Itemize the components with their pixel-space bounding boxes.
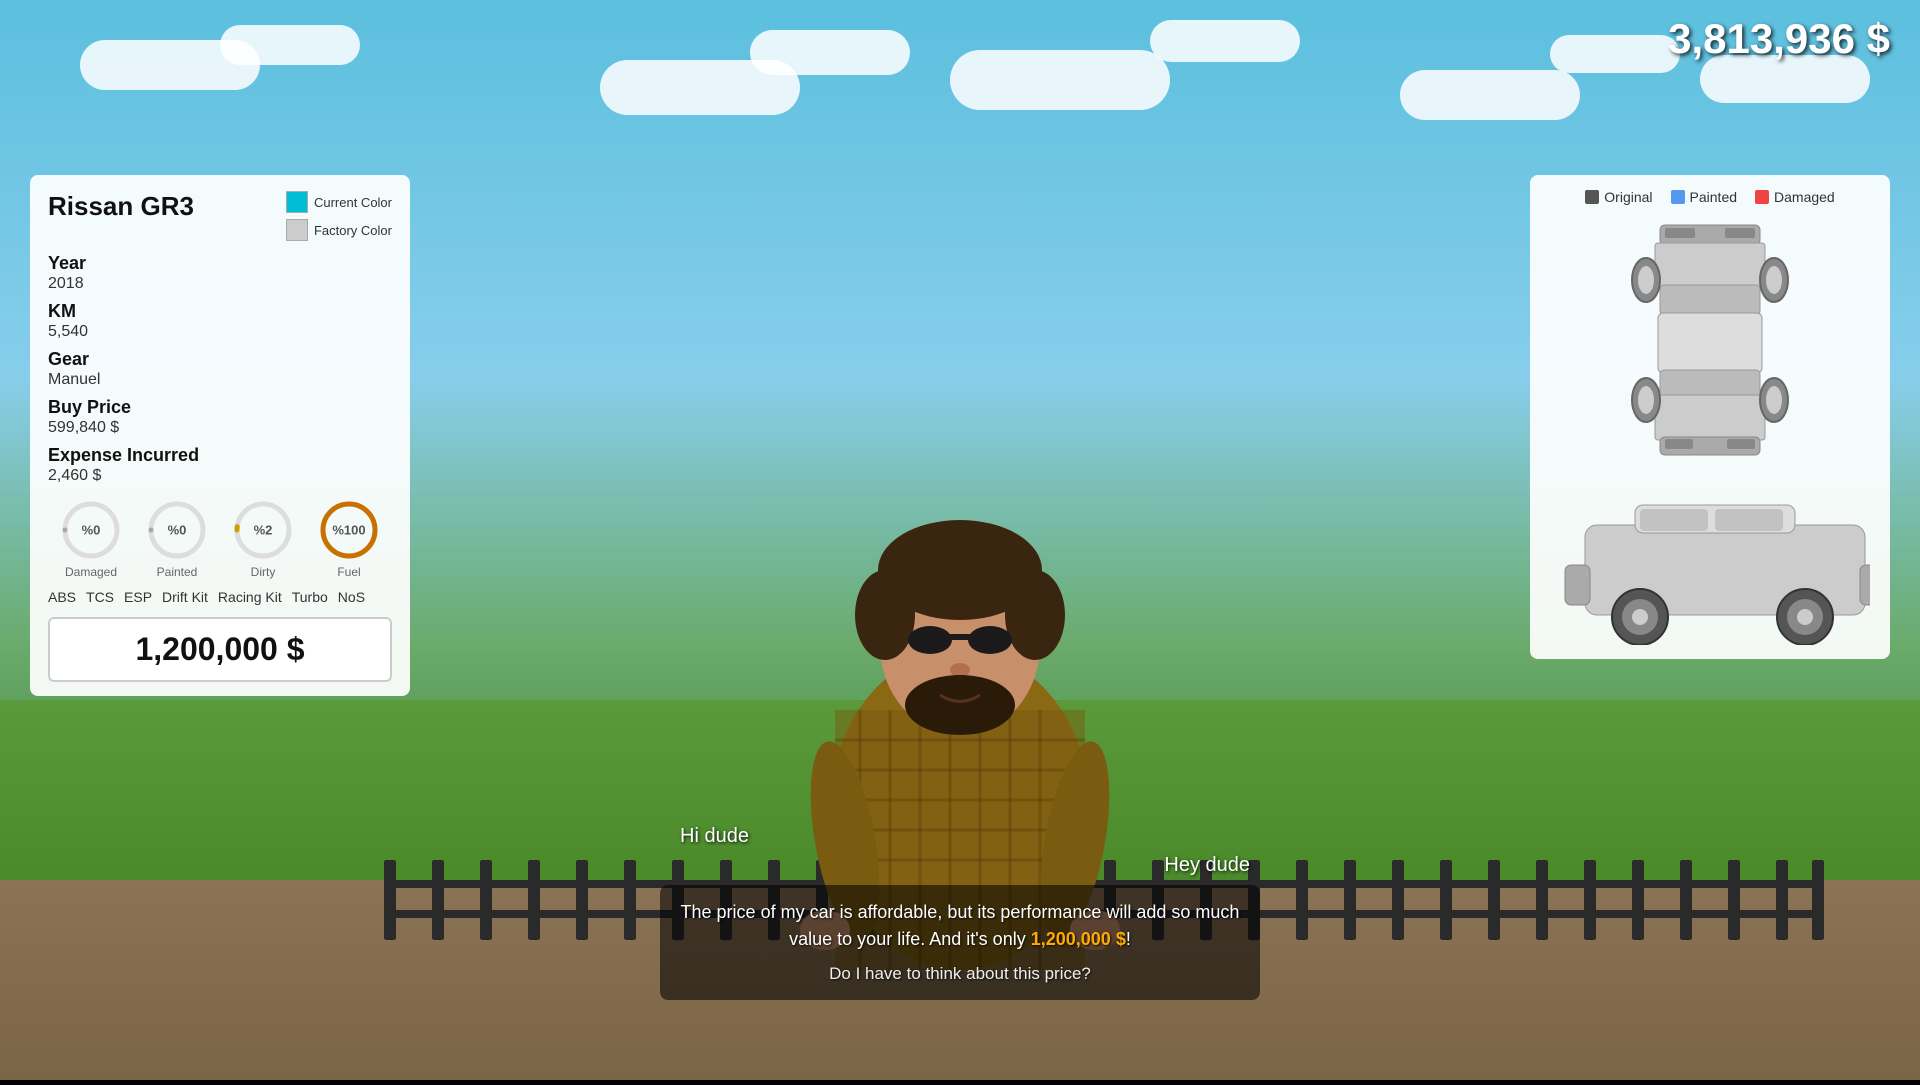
gauge-circle-dirty: %2 bbox=[232, 499, 294, 561]
gauge-damaged: %0 Damaged bbox=[60, 499, 122, 579]
year-value: 2018 bbox=[48, 275, 392, 293]
legend-label-damaged: Damaged bbox=[1774, 189, 1835, 205]
factory-color-label: Factory Color bbox=[314, 223, 392, 238]
buy-price-label: Buy Price bbox=[48, 397, 392, 418]
factory-color-row: Factory Color bbox=[286, 219, 392, 241]
color-indicators: Current Color Factory Color bbox=[286, 191, 392, 241]
cloud-7 bbox=[1400, 70, 1580, 120]
gauge-fuel: %100 Fuel bbox=[318, 499, 380, 579]
money-display: 3,813,936 $ bbox=[1668, 15, 1890, 63]
legend-dot-painted bbox=[1671, 190, 1685, 204]
buy-price-value: 599,840 $ bbox=[48, 419, 392, 437]
car-info-panel: Rissan GR3 Current Color Factory Color Y… bbox=[30, 175, 410, 696]
gear-label: Gear bbox=[48, 349, 392, 370]
dialogue-price-suffix: ! bbox=[1126, 929, 1131, 949]
legend-dot-damaged bbox=[1755, 190, 1769, 204]
dialogue-main-box: The price of my car is affordable, but i… bbox=[660, 885, 1260, 1001]
cloud-5 bbox=[950, 50, 1170, 110]
legend-damaged: Damaged bbox=[1755, 189, 1835, 205]
legend-label-painted: Painted bbox=[1690, 189, 1737, 205]
gauges-row: %0 Damaged %0 Painted %2 Dirty bbox=[48, 499, 392, 579]
legend-painted: Painted bbox=[1671, 189, 1737, 205]
legend-dot-original bbox=[1585, 190, 1599, 204]
expense-value: 2,460 $ bbox=[48, 467, 392, 485]
dialogue-box: Hi dude Hey dude The price of my car is … bbox=[660, 825, 1260, 1001]
km-value: 5,540 bbox=[48, 323, 392, 341]
car-title-row: Rissan GR3 Current Color Factory Color bbox=[48, 191, 392, 241]
gauge-label-damaged: Damaged bbox=[65, 565, 117, 579]
gear-value: Manuel bbox=[48, 371, 392, 389]
feature-racing-kit: Racing Kit bbox=[218, 589, 282, 605]
dialogue-price-highlight: 1,200,000 $ bbox=[1031, 929, 1126, 949]
car-name: Rissan GR3 bbox=[48, 191, 194, 222]
year-label: Year bbox=[48, 253, 392, 274]
sell-price-button[interactable]: 1,200,000 $ bbox=[48, 617, 392, 682]
player-dialogue: Hi dude bbox=[660, 825, 1260, 848]
diagram-legend: Original Painted Damaged bbox=[1544, 189, 1876, 205]
legend-original: Original bbox=[1585, 189, 1652, 205]
feature-drift-kit: Drift Kit bbox=[162, 589, 208, 605]
gauge-painted: %0 Painted bbox=[146, 499, 208, 579]
gauge-text-damaged: %0 bbox=[82, 523, 101, 538]
gauge-label-painted: Painted bbox=[157, 565, 198, 579]
current-color-label: Current Color bbox=[314, 195, 392, 210]
dialogue-question: Do I have to think about this price? bbox=[680, 961, 1240, 987]
cloud-6 bbox=[1150, 20, 1300, 62]
feature-abs: ABS bbox=[48, 589, 76, 605]
gauge-text-dirty: %2 bbox=[254, 523, 273, 538]
car-diagram-panel: Original Painted Damaged bbox=[1530, 175, 1890, 659]
gauge-label-fuel: Fuel bbox=[337, 565, 360, 579]
gauge-text-painted: %0 bbox=[168, 523, 187, 538]
legend-label-original: Original bbox=[1604, 189, 1652, 205]
km-label: KM bbox=[48, 301, 392, 322]
gauge-circle-painted: %0 bbox=[146, 499, 208, 561]
cloud-2 bbox=[220, 25, 360, 65]
feature-tcs: TCS bbox=[86, 589, 114, 605]
gauge-circle-fuel: %100 bbox=[318, 499, 380, 561]
gauge-label-dirty: Dirty bbox=[251, 565, 276, 579]
gauge-text-fuel: %100 bbox=[332, 523, 365, 538]
factory-color-swatch bbox=[286, 219, 308, 241]
cloud-4 bbox=[750, 30, 910, 75]
current-color-row: Current Color bbox=[286, 191, 392, 213]
gauge-dirty: %2 Dirty bbox=[232, 499, 294, 579]
features-row: ABS TCS ESP Drift Kit Racing Kit Turbo NoS bbox=[48, 589, 392, 605]
cloud-8 bbox=[1550, 35, 1680, 73]
gauge-circle-damaged: %0 bbox=[60, 499, 122, 561]
current-color-swatch bbox=[286, 191, 308, 213]
feature-turbo: Turbo bbox=[292, 589, 328, 605]
expense-label: Expense Incurred bbox=[48, 445, 392, 466]
feature-nos: NoS bbox=[338, 589, 365, 605]
npc-dialogue: Hey dude bbox=[660, 854, 1260, 877]
feature-esp: ESP bbox=[124, 589, 152, 605]
car-diagram bbox=[1544, 215, 1876, 645]
dialogue-main-text: The price of my car is affordable, but i… bbox=[681, 902, 1240, 949]
